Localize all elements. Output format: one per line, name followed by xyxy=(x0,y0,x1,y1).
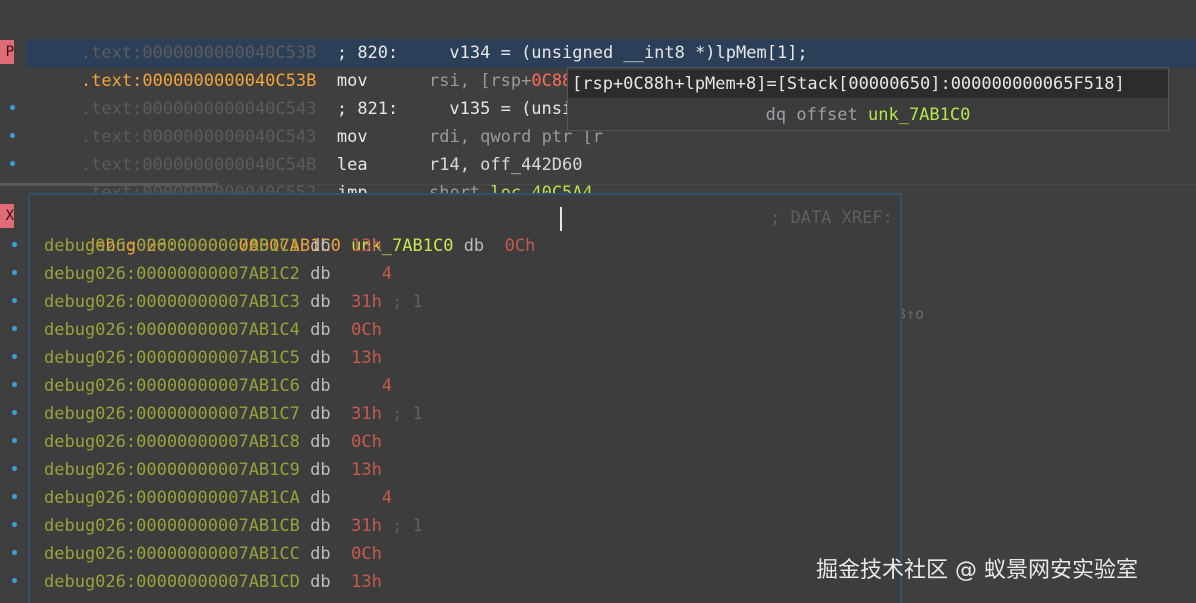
xref-marker-tag: X xyxy=(0,204,14,228)
row-marker-dot[interactable] xyxy=(12,354,17,359)
data-row[interactable]: debug026:00000000007AB1C4 db 0Ch xyxy=(44,316,392,344)
code-line-current[interactable]: .text:0000000000040C53B mov rsi, [rsp+0C… xyxy=(40,39,675,91)
text-cursor xyxy=(560,207,562,231)
watermark-text: 掘金技术社区 @ 蚁景网安实验室 xyxy=(816,558,1138,583)
data-row[interactable]: debug026:00000000007AB1C6 db 4 xyxy=(44,372,402,400)
view-splitter[interactable] xyxy=(0,183,218,186)
ip-marker-tag: P xyxy=(0,40,14,64)
row-marker-dot[interactable] xyxy=(12,550,17,555)
data-row[interactable]: debug026:00000000007AB1C9 db 13h xyxy=(44,456,392,484)
row-marker-dot[interactable] xyxy=(12,438,17,443)
breakpoint-dot[interactable] xyxy=(10,161,15,166)
data-row[interactable]: debug026:00000000007AB1C3 db 31h ; 1 xyxy=(44,288,423,316)
view-divider xyxy=(218,184,1196,185)
row-marker-dot[interactable] xyxy=(12,522,17,527)
row-marker-dot[interactable] xyxy=(12,270,17,275)
data-row[interactable]: debug026:00000000007AB1C2 db 4 xyxy=(44,260,402,288)
tooltip-value: dq offset unk_7AB1C0 xyxy=(765,105,971,125)
code-line[interactable]: .text:0000000000040C54B lea r14, off_442… xyxy=(40,123,583,175)
row-marker-dot[interactable] xyxy=(12,410,17,415)
hover-tooltip: [rsp+0C88h+lpMem+8]=[Stack[00000650]:000… xyxy=(567,67,1169,131)
data-row[interactable]: debug026:00000000007AB1CA db 4 xyxy=(44,484,402,512)
code-line[interactable]: .text:0000000000040C552 jmp short loc_40… xyxy=(40,151,593,203)
code-line[interactable]: .text:0000000000040C543 mov rdi, qword p… xyxy=(40,95,603,147)
row-marker-dot[interactable] xyxy=(12,382,17,387)
row-marker-dot[interactable] xyxy=(12,578,17,583)
row-marker-dot[interactable] xyxy=(12,298,17,303)
code-line[interactable]: .text:0000000000040C53B ; 820: v134 = (u… xyxy=(40,11,808,63)
xref-comment: ; DATA XREF: xyxy=(770,208,893,228)
data-row[interactable]: debug026:00000000007AB1C8 db 0Ch xyxy=(44,428,392,456)
data-row-current[interactable]: debug026:00000000007AB1C0 unk_7AB1C0 db … xyxy=(44,204,535,256)
tooltip-expression: [rsp+0C88h+lpMem+8]=[Stack[00000650]:000… xyxy=(568,70,1168,98)
row-marker-dot[interactable] xyxy=(12,326,17,331)
row-marker-dot[interactable] xyxy=(12,494,17,499)
code-line[interactable]: .text:0000000000040C543 ; 821: v135 = (u… xyxy=(40,67,593,119)
row-marker-dot[interactable] xyxy=(12,466,17,471)
row-marker-dot[interactable] xyxy=(12,242,17,247)
data-row[interactable]: debug026:00000000007AB1CB db 31h ; 1 xyxy=(44,512,423,540)
breakpoint-dot[interactable] xyxy=(10,105,15,110)
breakpoint-dot[interactable] xyxy=(10,133,15,138)
data-row[interactable]: debug026:00000000007AB1C1 db 13h xyxy=(44,232,392,260)
data-row[interactable]: debug026:00000000007AB1CD db 13h xyxy=(44,568,392,596)
data-row[interactable]: debug026:00000000007AB1C7 db 31h ; 1 xyxy=(44,400,423,428)
data-row[interactable]: debug026:00000000007AB1CC db 0Ch xyxy=(44,540,392,568)
data-row[interactable]: debug026:00000000007AB1C5 db 13h xyxy=(44,344,392,372)
